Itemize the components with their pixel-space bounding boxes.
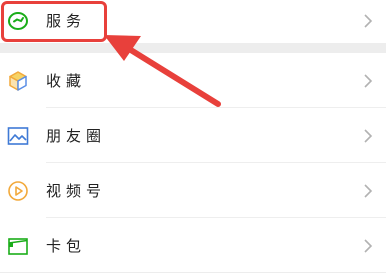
menu-group: 收藏 朋友圈 视频号 卡包 bbox=[0, 53, 386, 272]
moments-picture-icon bbox=[6, 124, 30, 148]
menu-item-label: 收藏 bbox=[46, 72, 87, 90]
services-group: 服务 bbox=[0, 0, 386, 43]
card-wallet-icon bbox=[6, 234, 30, 258]
chevron-right-icon bbox=[360, 13, 376, 29]
chevron-right-icon bbox=[360, 238, 376, 254]
chevron-right-icon bbox=[360, 73, 376, 89]
menu-item-label: 卡包 bbox=[46, 237, 87, 255]
annotation-highlight-box bbox=[1, 1, 107, 42]
menu-item-card-wallet[interactable]: 卡包 bbox=[0, 219, 386, 273]
menu-item-label: 视频号 bbox=[46, 182, 107, 200]
divider bbox=[46, 107, 386, 108]
menu-item-favorites[interactable]: 收藏 bbox=[0, 54, 386, 108]
menu-item-label: 朋友圈 bbox=[46, 127, 107, 145]
favorites-cube-icon bbox=[6, 69, 30, 93]
menu-item-channels[interactable]: 视频号 bbox=[0, 164, 386, 218]
chevron-right-icon bbox=[360, 183, 376, 199]
divider bbox=[46, 217, 386, 218]
menu-item-moments[interactable]: 朋友圈 bbox=[0, 109, 386, 163]
channels-play-icon bbox=[6, 179, 30, 203]
chevron-right-icon bbox=[360, 128, 376, 144]
divider bbox=[46, 162, 386, 163]
